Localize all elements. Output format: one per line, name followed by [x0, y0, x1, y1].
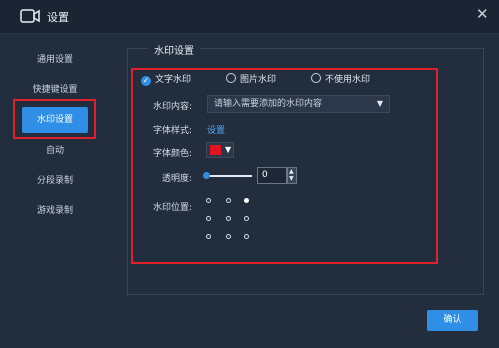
font-style-settings-link[interactable]: 设置	[207, 123, 225, 136]
check-icon: ✓	[141, 76, 151, 86]
sidebar-item-general[interactable]: 通用设置	[0, 49, 110, 71]
title-bar: 设置 ✕	[0, 0, 499, 34]
window-title: 设置	[47, 11, 69, 24]
opacity-slider-handle[interactable]	[203, 172, 210, 179]
opacity-slider-track[interactable]	[207, 175, 252, 177]
camera-icon	[20, 9, 40, 23]
content-placeholder: 请输入需要添加的水印内容	[214, 99, 323, 109]
position-top-center[interactable]	[226, 198, 231, 203]
position-bottom-right[interactable]	[244, 234, 249, 239]
position-center[interactable]	[226, 216, 231, 221]
position-middle-right[interactable]	[244, 216, 249, 221]
radio-text-watermark[interactable]: ✓ 文字水印	[141, 73, 191, 87]
position-label: 水印位置:	[153, 203, 193, 213]
chevron-down-icon: ▼	[225, 145, 232, 154]
sidebar-item-auto[interactable]: 自动	[0, 140, 110, 162]
sidebar: 通用设置 快捷键设置 水印设置 自动 分段录制 游戏录制	[0, 33, 110, 348]
color-swatch	[210, 145, 221, 155]
radio-label: 文字水印	[155, 75, 192, 85]
chevron-down-icon: ▼	[376, 99, 383, 108]
radio-label: 不使用水印	[325, 75, 371, 85]
position-bottom-center[interactable]	[226, 234, 231, 239]
panel-title: 水印设置	[148, 42, 200, 57]
radio-circle-icon	[226, 73, 236, 83]
radio-label: 图片水印	[240, 75, 277, 85]
position-top-right[interactable]	[244, 198, 249, 203]
sidebar-item-segment-recording[interactable]: 分段录制	[0, 170, 110, 192]
sidebar-item-game-recording[interactable]: 游戏录制	[0, 200, 110, 222]
close-icon[interactable]: ✕	[476, 7, 489, 22]
font-color-picker[interactable]: ▼	[206, 142, 234, 158]
position-bottom-left[interactable]	[206, 234, 211, 239]
position-middle-left[interactable]	[206, 216, 211, 221]
font-style-label: 字体样式:	[153, 126, 193, 136]
radio-image-watermark[interactable]: 图片水印	[226, 73, 276, 87]
confirm-button[interactable]: 确认	[427, 310, 478, 331]
font-color-label: 字体颜色:	[153, 149, 193, 159]
radio-no-watermark[interactable]: 不使用水印	[311, 73, 370, 87]
position-top-left[interactable]	[206, 198, 211, 203]
caret-down-icon[interactable]: ▼	[289, 176, 294, 182]
content-select[interactable]: 请输入需要添加的水印内容 ▼	[207, 95, 390, 113]
radio-circle-icon	[311, 73, 321, 83]
opacity-input[interactable]: 0	[257, 167, 287, 184]
opacity-label: 透明度:	[162, 174, 193, 184]
sidebar-item-hotkeys[interactable]: 快捷键设置	[0, 79, 110, 101]
highlight-box-nav	[13, 99, 96, 139]
content-label: 水印内容:	[153, 102, 193, 112]
opacity-stepper[interactable]: ▲ ▼	[287, 167, 297, 184]
